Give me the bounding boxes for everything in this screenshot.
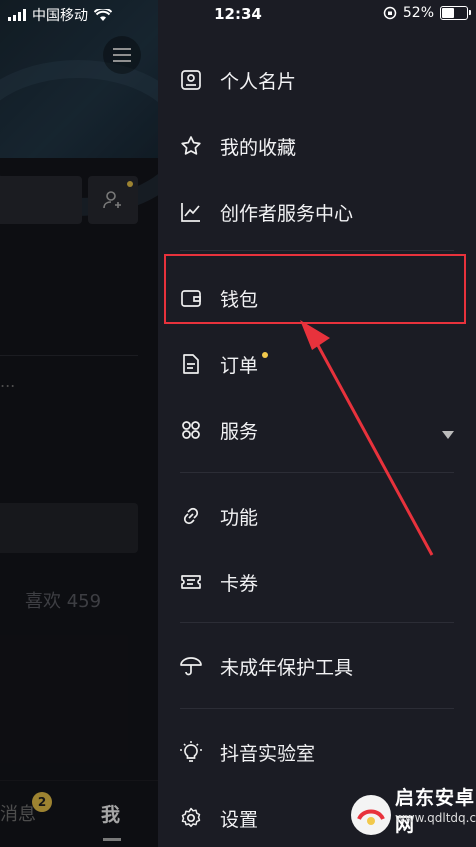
- watermark-logo-icon: [351, 795, 391, 835]
- battery-icon: [440, 6, 471, 20]
- watermark-url: www.qdltdq.com: [395, 811, 476, 825]
- site-watermark: 启东安卓网 www.qdltdq.com: [345, 775, 476, 847]
- annotation-arrow: [300, 320, 434, 556]
- watermark-name: 启东安卓网: [395, 787, 476, 836]
- rotation-lock-icon: [383, 6, 397, 20]
- status-bar: 中国移动 12:34 52%: [0, 0, 476, 28]
- battery-percent: 52%: [402, 5, 434, 21]
